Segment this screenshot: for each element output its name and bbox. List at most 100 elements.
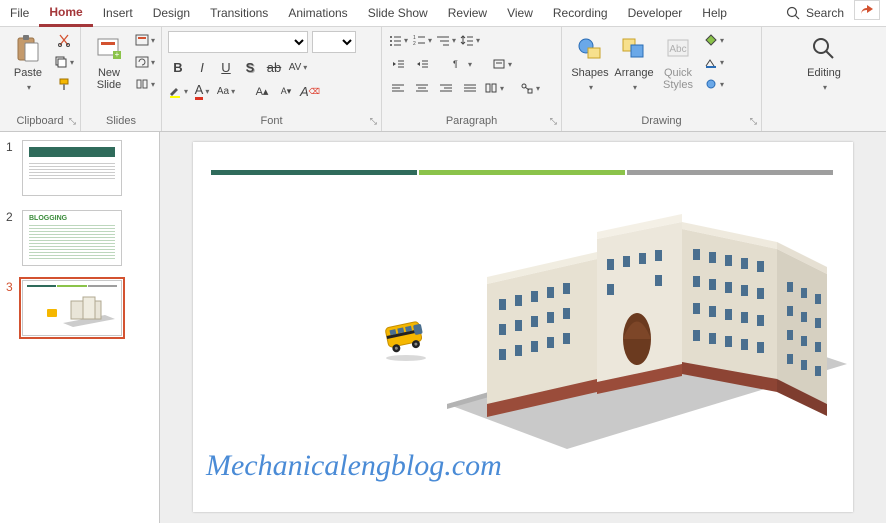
section-button[interactable] — [135, 75, 155, 93]
tab-home[interactable]: Home — [39, 0, 92, 27]
clear-formatting-button[interactable]: A⌫ — [300, 81, 320, 101]
slides-group-label: Slides — [106, 115, 136, 127]
group-drawing: Shapes Arrange Abc Quick Styles Drawing ⤡ — [562, 27, 762, 131]
shapes-button[interactable]: Shapes — [568, 31, 612, 93]
tab-file[interactable]: File — [0, 0, 39, 26]
list-level-button[interactable] — [436, 31, 456, 49]
search-label: Search — [806, 6, 844, 20]
shadow-button[interactable]: S — [240, 57, 260, 77]
search-box[interactable]: Search — [776, 0, 854, 26]
justify-button[interactable] — [460, 79, 480, 97]
new-slide-button[interactable]: + New Slide — [87, 31, 131, 91]
font-family-select[interactable] — [168, 31, 308, 53]
quick-styles-button[interactable]: Abc Quick Styles — [656, 31, 700, 91]
change-case-button[interactable]: Aa — [216, 81, 236, 101]
tab-design[interactable]: Design — [143, 0, 200, 26]
font-size-select[interactable] — [312, 31, 356, 53]
paragraph-launcher[interactable]: ⤡ — [550, 116, 557, 127]
ribbon: Paste Clipboard⤡ + — [0, 27, 886, 132]
tab-slideshow[interactable]: Slide Show — [358, 0, 438, 26]
school-bus-object[interactable] — [377, 310, 435, 362]
svg-text:¶: ¶ — [453, 59, 458, 69]
font-launcher[interactable]: ⤡ — [370, 116, 377, 127]
tab-transitions[interactable]: Transitions — [200, 0, 278, 26]
group-paragraph: 12 ¶ Paragraph ⤡ — [382, 27, 562, 131]
slide-number-2: 2 — [6, 210, 22, 266]
main-area: 1 2 BLOGGING 3 — [0, 132, 886, 523]
paragraph-group-label: Paragraph — [446, 115, 497, 127]
slide-thumb-1[interactable] — [22, 140, 122, 196]
accent-bar-3 — [627, 170, 833, 175]
shapes-icon — [574, 33, 606, 65]
canvas-area[interactable]: Mechanicalengblog.com — [160, 132, 886, 523]
reset-button[interactable] — [135, 53, 155, 71]
school-building-object[interactable] — [447, 204, 847, 464]
cut-button[interactable] — [54, 31, 74, 49]
group-slides: + New Slide Slides — [81, 27, 162, 131]
columns-button[interactable] — [484, 79, 504, 97]
new-slide-label: New Slide — [97, 67, 121, 91]
format-painter-button[interactable] — [54, 75, 74, 93]
text-direction-button[interactable]: ¶ — [452, 55, 472, 73]
drawing-group-label: Drawing — [641, 115, 681, 127]
shape-effects-button[interactable] — [704, 75, 724, 93]
underline-button[interactable]: U — [216, 57, 236, 77]
find-icon — [808, 33, 840, 65]
slide-number-3: 3 — [6, 280, 22, 336]
tab-review[interactable]: Review — [438, 0, 497, 26]
tab-recording[interactable]: Recording — [543, 0, 618, 26]
accent-bar-1 — [211, 170, 417, 175]
bold-button[interactable]: B — [168, 57, 188, 77]
tab-developer[interactable]: Developer — [618, 0, 693, 26]
increase-indent-button[interactable] — [412, 55, 432, 73]
watermark-text: Mechanicalengblog.com — [206, 449, 502, 483]
char-spacing-button[interactable]: AV — [288, 57, 308, 77]
slide-thumb-2[interactable]: BLOGGING — [22, 210, 122, 266]
quick-styles-label: Quick Styles — [663, 67, 693, 91]
font-color-button[interactable]: A — [192, 81, 212, 101]
svg-text:+: + — [115, 50, 120, 59]
slide-thumb-3[interactable] — [22, 280, 122, 336]
layout-button[interactable] — [135, 31, 155, 49]
tab-help[interactable]: Help — [692, 0, 737, 26]
arrange-button[interactable]: Arrange — [612, 31, 656, 93]
bullets-button[interactable] — [388, 31, 408, 49]
numbering-button[interactable]: 12 — [412, 31, 432, 49]
shape-fill-button[interactable] — [704, 31, 724, 49]
share-button[interactable] — [854, 0, 880, 20]
editing-button[interactable]: Editing — [802, 31, 846, 93]
decrease-indent-button[interactable] — [388, 55, 408, 73]
strikethrough-button[interactable]: ab — [264, 57, 284, 77]
increase-font-button[interactable]: A▴ — [252, 81, 272, 101]
shape-outline-button[interactable] — [704, 53, 724, 71]
clipboard-launcher[interactable]: ⤡ — [69, 116, 76, 127]
clipboard-group-label: Clipboard⤡ — [0, 113, 80, 131]
slide-panel[interactable]: 1 2 BLOGGING 3 — [0, 132, 160, 523]
tab-insert[interactable]: Insert — [93, 0, 143, 26]
shapes-label: Shapes — [571, 67, 608, 79]
svg-text:2: 2 — [413, 41, 416, 46]
paste-icon — [12, 33, 44, 65]
line-spacing-button[interactable] — [460, 31, 480, 49]
paste-button[interactable]: Paste — [6, 31, 50, 93]
decrease-font-button[interactable]: A▾ — [276, 81, 296, 101]
align-left-button[interactable] — [388, 79, 408, 97]
copy-button[interactable] — [54, 53, 74, 71]
align-text-button[interactable] — [492, 55, 512, 73]
arrange-icon — [618, 33, 650, 65]
drawing-launcher[interactable]: ⤡ — [750, 116, 757, 127]
svg-text:Abc: Abc — [669, 44, 686, 55]
tab-bar: File Home Insert Design Transitions Anim… — [0, 0, 886, 27]
search-icon — [786, 6, 800, 20]
editing-group-label — [762, 125, 886, 131]
highlight-button[interactable] — [168, 81, 188, 101]
tab-animations[interactable]: Animations — [278, 0, 357, 26]
tab-view[interactable]: View — [497, 0, 543, 26]
group-clipboard: Paste Clipboard⤡ — [0, 27, 81, 131]
italic-button[interactable]: I — [192, 57, 212, 77]
align-right-button[interactable] — [436, 79, 456, 97]
smartart-button[interactable] — [520, 79, 540, 97]
quick-styles-icon: Abc — [662, 33, 694, 65]
align-center-button[interactable] — [412, 79, 432, 97]
paste-dropdown[interactable] — [25, 81, 31, 93]
